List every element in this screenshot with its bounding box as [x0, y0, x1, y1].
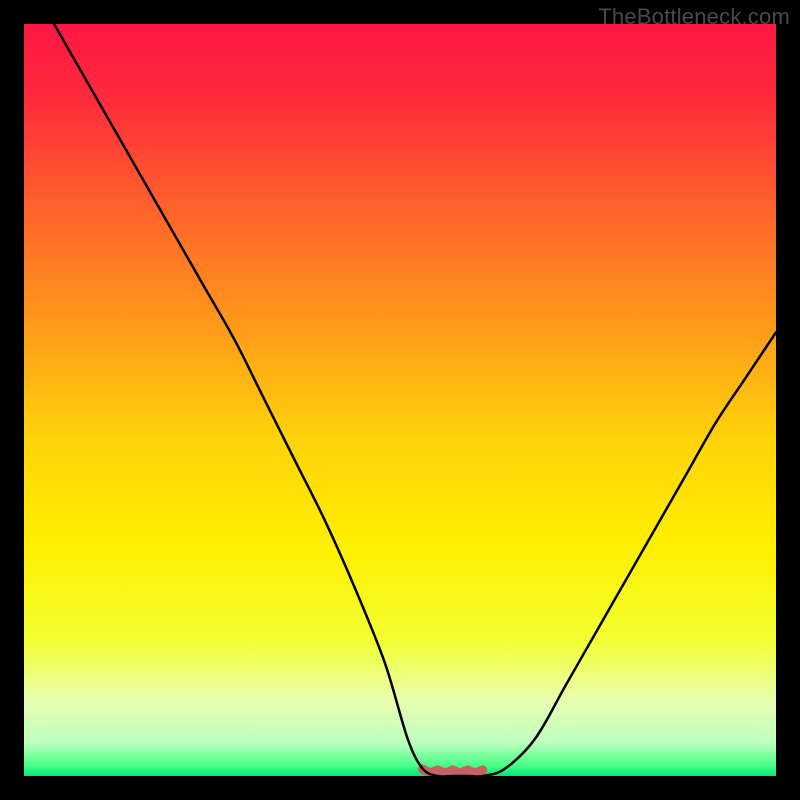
chart-container: TheBottleneck.com	[0, 0, 800, 800]
plot-area	[24, 24, 776, 776]
watermark-text: TheBottleneck.com	[598, 4, 790, 30]
flat-region-marker	[423, 769, 483, 773]
chart-svg	[24, 24, 776, 776]
gradient-background	[24, 24, 776, 776]
